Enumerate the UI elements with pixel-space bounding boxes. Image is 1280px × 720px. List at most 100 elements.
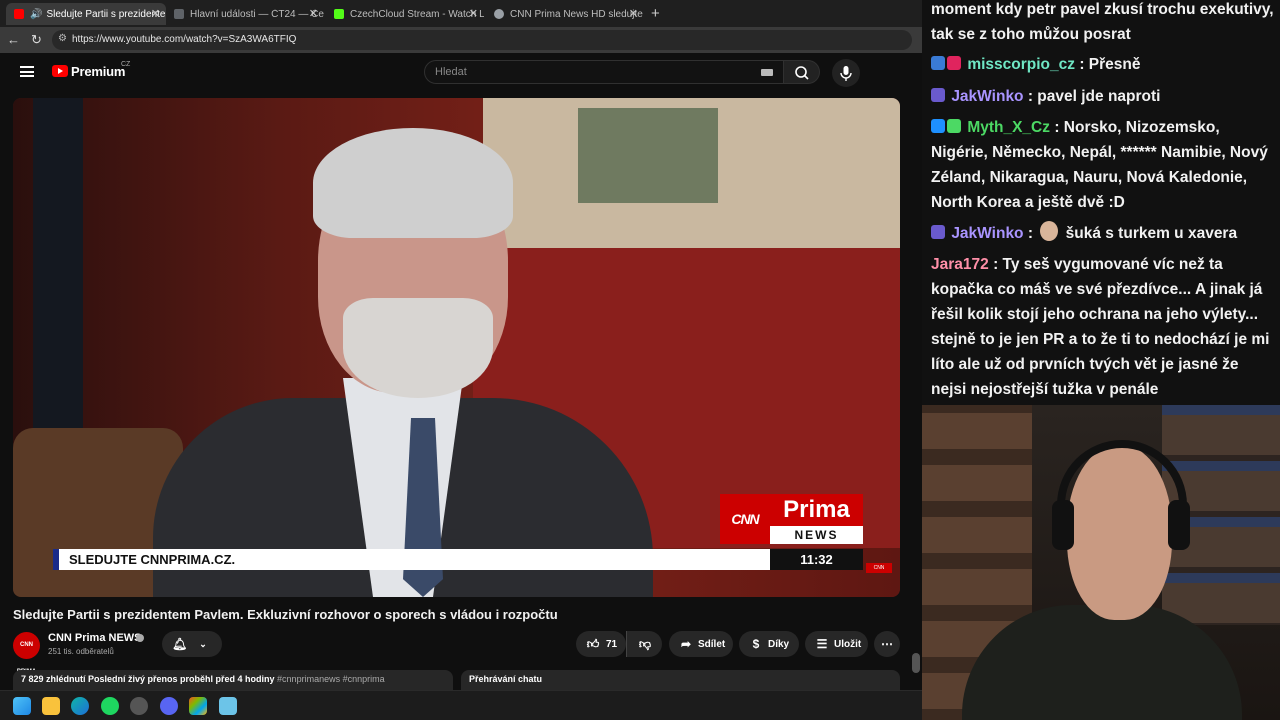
microphone-icon [840,66,852,81]
chat-message: moment kdy petr pavel zkusí trochu exeku… [931,0,1276,47]
chat-replay-label: Přehrávání chatu [469,674,543,684]
discord-icon[interactable] [160,697,178,715]
gift-badge-icon [947,119,961,133]
close-tab-icon[interactable]: ✕ [309,7,318,20]
channel-name[interactable]: CNN Prima NEWS [48,632,142,644]
chat-message: Jara172 : Ty seš vygumované víc než ta k… [931,252,1276,402]
verified-check-icon [136,634,144,642]
prima-logo-text: Prima [770,494,863,526]
tab-title: Hlavní události — ČT24 — Česká t [190,8,324,20]
thanks-label: Díky [768,638,790,650]
video-player[interactable]: CNN Prima NEWS SLEDUJTE CNNPRIMA.CZ. 11:… [13,98,900,597]
thumbs-up-icon: 👍︎ [586,636,600,651]
chat-message: JakWinko : pavel jde naproti [931,84,1276,109]
page-scrollbar[interactable] [910,98,922,688]
search-box [424,60,784,84]
channel-avatar[interactable]: CNN PRIMA [13,632,40,675]
save-label: Uložit [834,638,862,650]
tab-title: CzechCloud Stream - Watch Live o [350,8,484,20]
chat-message-text: : pavel jde naproti [1027,88,1161,105]
close-tab-icon[interactable]: ✕ [151,7,160,20]
chat-message-text: šuká s turkem u xavera [1065,225,1238,242]
browser-tab[interactable]: CNN Prima News HD sledujte onlin ✕ [486,3,644,25]
youtube-logo-icon[interactable] [52,65,68,77]
url-text: https://www.youtube.com/watch?v=SzA3WA6T… [72,34,297,45]
scrollbar-thumb[interactable] [912,653,920,673]
save-button[interactable]: ☰ Uložit [805,631,868,657]
url-field[interactable]: ⚙ https://www.youtube.com/watch?v=SzA3WA… [52,30,912,50]
browser-tab[interactable]: CzechCloud Stream - Watch Live o ✕ [326,3,484,25]
cnn-logo-text: CNN [720,494,770,544]
search-button[interactable] [784,60,820,84]
browser-tab-bar: 🔊 Sledujte Partii s prezidentem P ✕ Hlav… [0,0,922,27]
channel-watermark: CNN [866,563,892,573]
plus-icon[interactable]: + [651,5,660,22]
edge-icon[interactable] [71,697,89,715]
subscriber-badge-icon [931,119,945,133]
ticker-text: SLEDUJTE CNNPRIMA.CZ. [69,552,236,567]
hashtags[interactable]: #cnnprimanews #cnnprima [275,674,385,684]
super-thanks-icon: $ [752,637,760,651]
tab-title: CNN Prima News HD sledujte onlin [510,8,644,20]
youtube-premium-logo[interactable]: Premium [71,64,125,79]
dislike-button[interactable]: 👎︎ [626,631,662,657]
chat-username: JakWinko [951,88,1024,105]
chat-username: JakWinko [951,225,1024,242]
notepad-icon[interactable] [219,697,237,715]
like-button[interactable]: 👍︎ 71 [576,631,626,657]
page-favicon-icon [174,9,184,19]
windows-start-icon[interactable] [13,697,31,715]
kick-favicon-icon [334,9,344,19]
video-hair [313,128,513,238]
broadcast-clock: 11:32 [770,549,863,570]
keyboard-icon[interactable] [761,69,773,76]
spotify-icon[interactable] [101,697,119,715]
news-logo-text: NEWS [770,526,863,544]
share-label: Sdílet [698,638,726,650]
chat-message-text: : Přesně [1079,56,1141,73]
address-bar-row: ← ↻ ⚙ https://www.youtube.com/watch?v=Sz… [0,27,922,53]
windows-taskbar [0,690,922,720]
tab-title: Sledujte Partii s prezidentem P [46,8,166,20]
description-box[interactable]: 7 829 zhlédnutí Poslední živý přenos pro… [13,670,453,690]
search-icon [795,66,809,80]
bell-icon: 🔔︎ [172,637,188,651]
view-count-and-date: 7 829 zhlédnutí Poslední živý přenos pro… [21,674,275,684]
settings-icon[interactable] [130,697,148,715]
back-arrow-icon[interactable]: ← [7,32,20,47]
browser-tab[interactable]: Hlavní události — ČT24 — Česká t ✕ [166,3,324,25]
speaker-icon: 🔊 [30,8,43,20]
chat-replay-panel[interactable]: Přehrávání chatu [461,670,900,690]
subscription-bell-button[interactable]: 🔔︎ ⌄ [162,631,222,657]
chat-message: JakWinko : šuká s turkem u xavera [931,221,1276,246]
close-tab-icon[interactable]: ✕ [469,7,478,20]
chat-username: Jara172 [931,256,989,273]
news-ticker: SLEDUJTE CNNPRIMA.CZ. [53,549,770,570]
more-dots-icon: ⋯ [881,637,893,651]
thanks-button[interactable]: $ Díky [739,631,799,657]
site-info-icon[interactable]: ⚙ [58,33,67,44]
thumbs-down-icon: 👎︎ [638,636,652,651]
file-explorer-icon[interactable] [42,697,60,715]
subscriber-count: 251 tis. odběratelů [48,647,114,656]
subscriber-badge-icon [931,56,945,70]
reload-icon[interactable]: ↻ [31,32,42,48]
video-beard [343,298,493,398]
gift-badge-icon [947,56,961,70]
share-button[interactable]: ➦ Sdílet [669,631,733,657]
share-icon: ➦ [680,637,692,651]
chat-message-text: : Ty seš vygumované víc než ta kopačka c… [931,256,1270,398]
search-input[interactable] [435,64,745,80]
chat-message: misscorpio_cz : Přesně [931,52,1276,77]
browser-tab[interactable]: 🔊 Sledujte Partii s prezidentem P ✕ [6,3,166,25]
hamburger-menu-icon[interactable] [20,66,34,77]
chat-username: misscorpio_cz [967,56,1075,73]
more-actions-button[interactable]: ⋯ [874,631,900,657]
close-tab-icon[interactable]: ✕ [629,7,638,20]
globe-favicon-icon [494,9,504,19]
region-label: CZ [121,61,131,68]
headphone-cup-right [1168,500,1190,550]
copilot-icon[interactable] [189,697,207,715]
chat-message: Myth_X_Cz : Norsko, Nizozemsko, Nigérie,… [931,115,1276,215]
voice-search-button[interactable] [832,59,860,87]
